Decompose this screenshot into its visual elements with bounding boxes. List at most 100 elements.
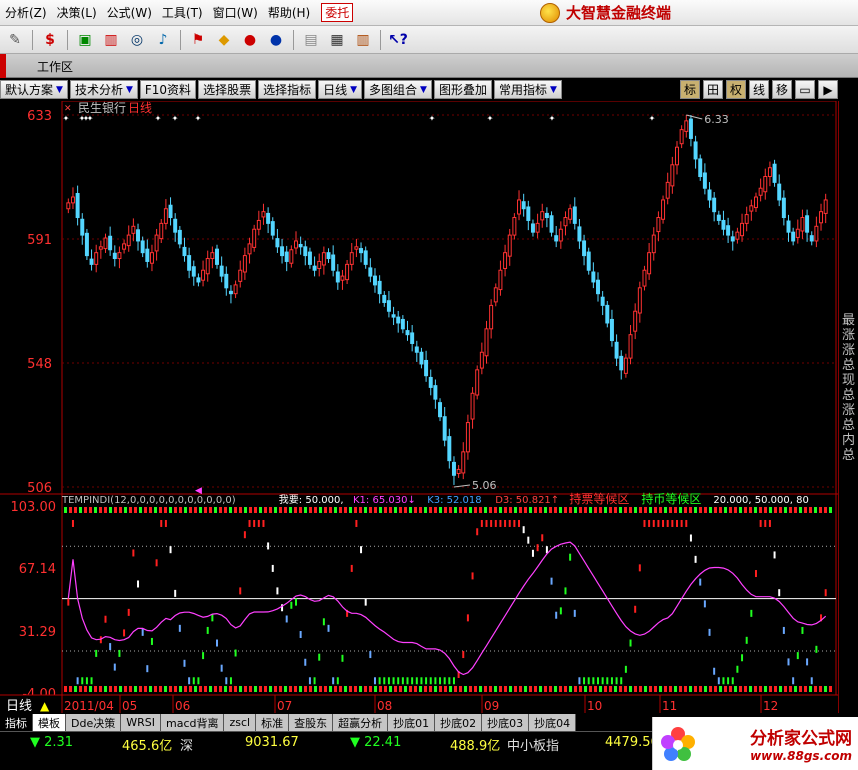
blue-circle-icon[interactable]: ● <box>265 30 287 50</box>
pen-icon[interactable]: ✎ <box>4 30 26 50</box>
indicator-bottom-band <box>634 686 637 692</box>
view-toggle-5[interactable]: ▭ <box>795 80 815 99</box>
menu-window[interactable]: 窗口(W) <box>208 4 263 21</box>
low-label: 5.06 <box>472 479 497 492</box>
candle-body <box>307 251 312 265</box>
menu-decision[interactable]: 决策(L) <box>52 4 102 21</box>
indicator-top-band <box>704 507 707 513</box>
tab-0[interactable]: 指标 <box>0 714 33 731</box>
candle-body <box>661 199 666 220</box>
tab-5[interactable]: zscl <box>224 714 257 731</box>
candle-body <box>396 316 401 324</box>
indicator-axis-label: 103.00 <box>11 500 57 515</box>
tab-12[interactable]: 抄底04 <box>529 714 577 731</box>
funcbar-button-1[interactable]: 技术分析 ▼ <box>69 80 138 99</box>
funcbar-button-4[interactable]: 选择指标 <box>258 80 317 99</box>
indicator-top-band <box>224 507 227 513</box>
period-label: 日线 <box>6 699 32 713</box>
menu-tools[interactable]: 工具(T) <box>157 4 208 21</box>
candle-body <box>558 228 563 242</box>
tab-8[interactable]: 超赢分析 <box>333 714 389 731</box>
indicator-top-band <box>429 507 432 513</box>
help-pointer-icon[interactable]: ↖? <box>387 30 409 50</box>
candle-body <box>563 217 568 227</box>
indicator-top-band <box>124 507 127 513</box>
funcbar-button-5[interactable]: 日线 ▼ <box>318 80 363 99</box>
workspace-label[interactable]: 工作区 <box>37 58 73 75</box>
indicator-bottom-band <box>569 686 572 692</box>
bell-icon[interactable]: ♪ <box>152 30 174 50</box>
indicator-bottom-band <box>159 686 162 692</box>
weituo-button[interactable]: 委托 <box>321 3 354 22</box>
window-icon[interactable]: ▦ <box>326 30 348 50</box>
money-icon[interactable]: ▣ <box>74 30 96 50</box>
tab-7[interactable]: 查股东 <box>289 714 334 731</box>
clipboard-icon[interactable]: ▤ <box>300 30 322 50</box>
x-axis-label: 2011/04 <box>64 699 114 713</box>
tab-11[interactable]: 抄底03 <box>482 714 530 731</box>
candle-body <box>66 202 71 210</box>
indicator-top-band <box>819 507 822 513</box>
tab-6[interactable]: 标准 <box>256 714 290 731</box>
x-axis-label: 05 <box>122 699 137 713</box>
indicator-bottom-band <box>359 686 362 692</box>
funcbar-button-3[interactable]: 选择股票 <box>198 80 257 99</box>
alert-icon[interactable]: ⚑ <box>187 30 209 50</box>
view-toggle-3[interactable]: 线 <box>749 80 769 99</box>
tab-9[interactable]: 抄底01 <box>388 714 436 731</box>
books-icon[interactable]: ▥ <box>352 30 374 50</box>
view-toggle-4[interactable]: 移 <box>772 80 792 99</box>
binoculars-icon[interactable]: ◎ <box>126 30 148 50</box>
diamond-icon[interactable]: ◆ <box>213 30 235 50</box>
funcbar-button-7[interactable]: 图形叠加 <box>433 80 492 99</box>
red-circle-icon[interactable]: ● <box>239 30 261 50</box>
funcbar-button-label: 选择股票 <box>203 83 252 97</box>
indicator-top-band <box>104 507 107 513</box>
view-toggle-1[interactable]: 田 <box>703 80 723 99</box>
funcbar-button-6[interactable]: 多图组合 ▼ <box>364 80 432 99</box>
indicator-bottom-band <box>144 686 147 692</box>
toolbar-separator <box>293 29 294 50</box>
funcbar-button-0[interactable]: 默认方案 ▼ <box>0 80 68 99</box>
indicator-top-band <box>449 507 452 513</box>
candle-body <box>117 252 122 260</box>
candle-body <box>665 181 670 199</box>
candle-body <box>224 273 229 289</box>
indicator-woyao: 我要: 50.000, <box>279 494 344 506</box>
view-toggle-2[interactable]: 权 <box>726 80 746 99</box>
menu-formula[interactable]: 公式(W) <box>102 4 157 21</box>
menu-analysis[interactable]: 分析(Z) <box>0 4 52 21</box>
candle-body <box>368 267 373 277</box>
tab-3[interactable]: WRSI <box>121 714 161 731</box>
indicator-bottom-band <box>729 686 732 692</box>
tab-1[interactable]: 模板 <box>33 714 66 731</box>
indicator-bottom-band <box>294 686 297 692</box>
candle-body <box>75 193 80 219</box>
indicator-name: TEMPINDI(12,0,0,0,0,0,0,0,0,0,0,0) <box>61 495 236 506</box>
view-toggle-6[interactable]: ▶ <box>818 80 838 99</box>
indicator-top-band <box>399 507 402 513</box>
indicator-top-band <box>669 507 672 513</box>
indicator-top-band <box>459 507 462 513</box>
funcbar-button-2[interactable]: F10资料 <box>139 80 197 99</box>
view-toggle-0[interactable]: 标 <box>680 80 700 99</box>
indicator-top-band <box>99 507 102 513</box>
candle-body <box>693 141 698 160</box>
funcbar-button-8[interactable]: 常用指标 ▼ <box>493 80 562 99</box>
indicator-bottom-band <box>279 686 282 692</box>
tab-4[interactable]: macd背离 <box>160 714 225 731</box>
indicator-bottom-band <box>229 686 232 692</box>
menu-help[interactable]: 帮助(H) <box>263 4 315 21</box>
tab-2[interactable]: Dde决策 <box>66 714 122 731</box>
candle-body <box>80 218 85 236</box>
candle-body <box>382 294 387 303</box>
bars-icon[interactable]: ▥ <box>100 30 122 50</box>
dollar-icon[interactable]: $ <box>39 30 61 50</box>
candle-body <box>526 206 531 221</box>
candle-body <box>596 279 600 295</box>
indicator-bottom-band <box>464 686 467 692</box>
indicator-bottom-band <box>424 686 427 692</box>
tab-10[interactable]: 抄底02 <box>435 714 483 731</box>
workspace-strip <box>0 54 6 78</box>
stock-chart[interactable]: 633591548506103.0067.1431.29-4.00✕民生银行日线… <box>0 101 838 713</box>
